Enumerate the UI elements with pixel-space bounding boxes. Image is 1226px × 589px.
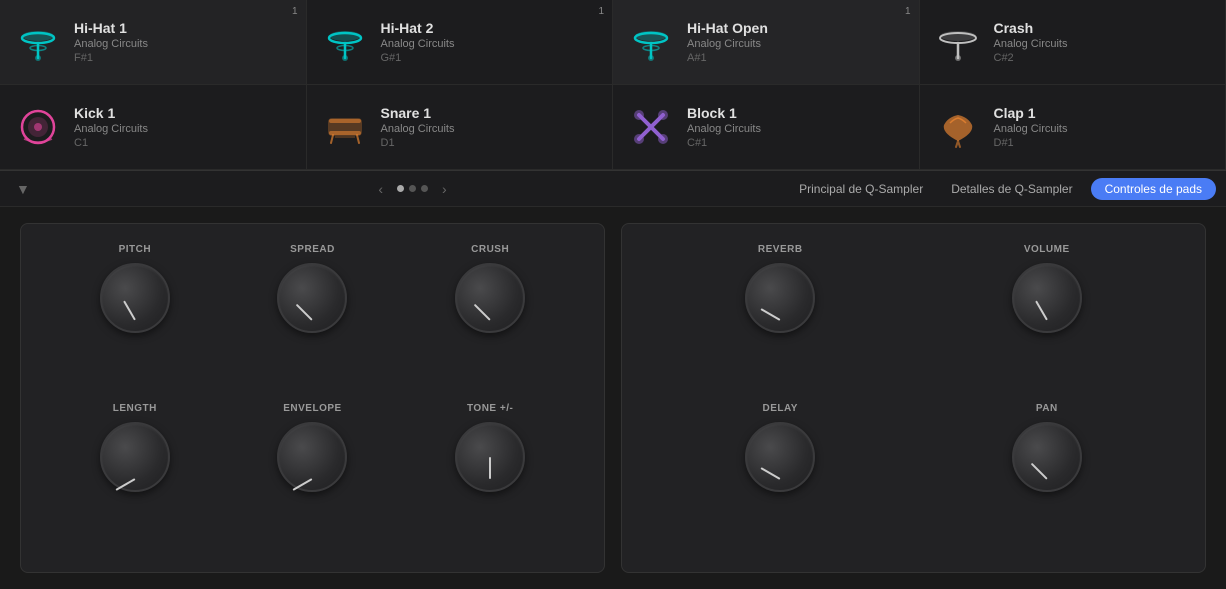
knob-label-delay: DELAY xyxy=(763,403,798,414)
pad-hihat2[interactable]: 1 Hi-Hat 2 Analog Circuits G#1 xyxy=(307,0,614,85)
knob-spread[interactable] xyxy=(277,263,347,333)
pad-icon-crash xyxy=(934,18,982,66)
knob-group-length: LENGTH xyxy=(51,403,219,552)
pad-name-crash: Crash xyxy=(994,20,1068,36)
knob-group-spread: SPREAD xyxy=(229,244,397,393)
pad-name-snare1: Snare 1 xyxy=(381,105,455,121)
right-controls-panel: REVERB VOLUME DELAY PAN xyxy=(621,223,1206,573)
knob-volume[interactable] xyxy=(1012,263,1082,333)
pad-badge-hihat1: 1 xyxy=(292,6,298,17)
pad-name-block1: Block 1 xyxy=(687,105,761,121)
knob-label-pitch: PITCH xyxy=(119,244,152,255)
knob-delay[interactable] xyxy=(745,422,815,492)
pad-icon-hihat1 xyxy=(14,18,62,66)
pad-icon-hihat2 xyxy=(321,18,369,66)
knob-label-pan: PAN xyxy=(1036,403,1058,414)
pad-note-block1: C#1 xyxy=(687,137,761,149)
knob-group-tone: TONE +/- xyxy=(406,403,574,552)
knob-label-envelope: ENVELOPE xyxy=(283,403,341,414)
tab-detalles[interactable]: Detalles de Q-Sampler xyxy=(941,178,1082,200)
knob-group-envelope: ENVELOPE xyxy=(229,403,397,552)
pad-icon-kick1 xyxy=(14,103,62,151)
knob-group-pitch: PITCH xyxy=(51,244,219,393)
pad-sub-kick1: Analog Circuits xyxy=(74,123,148,135)
knob-group-volume: VOLUME xyxy=(919,244,1176,393)
knob-label-length: LENGTH xyxy=(113,403,157,414)
pad-hihatopen[interactable]: 1 Hi-Hat Open Analog Circuits A#1 xyxy=(613,0,920,85)
pad-note-hihat2: G#1 xyxy=(381,52,455,64)
pad-note-snare1: D1 xyxy=(381,137,455,149)
pad-note-crash: C#2 xyxy=(994,52,1068,64)
pad-sub-snare1: Analog Circuits xyxy=(381,123,455,135)
knob-group-reverb: REVERB xyxy=(652,244,909,393)
knob-label-volume: VOLUME xyxy=(1024,244,1070,255)
pad-sub-hihat2: Analog Circuits xyxy=(381,38,455,50)
knob-reverb[interactable] xyxy=(745,263,815,333)
pad-block1[interactable]: Block 1 Analog Circuits C#1 xyxy=(613,85,920,170)
pad-name-hihat1: Hi-Hat 1 xyxy=(74,20,148,36)
pad-sub-hihat1: Analog Circuits xyxy=(74,38,148,50)
pad-name-kick1: Kick 1 xyxy=(74,105,148,121)
knob-group-delay: DELAY xyxy=(652,403,909,552)
pad-icon-hihatopen xyxy=(627,18,675,66)
pad-name-hihat2: Hi-Hat 2 xyxy=(381,20,455,36)
knob-group-pan: PAN xyxy=(919,403,1176,552)
nav-dot-3[interactable] xyxy=(421,185,428,192)
pad-sub-crash: Analog Circuits xyxy=(994,38,1068,50)
pad-snare1[interactable]: Snare 1 Analog Circuits D1 xyxy=(307,85,614,170)
pad-name-clap1: Clap 1 xyxy=(994,105,1068,121)
knob-label-reverb: REVERB xyxy=(758,244,803,255)
pad-badge-hihat2: 1 xyxy=(598,6,604,17)
controls-area: PITCH SPREAD CRUSH LENGTH ENVELOPE TONE … xyxy=(0,207,1226,589)
pad-sub-block1: Analog Circuits xyxy=(687,123,761,135)
nav-dot-2[interactable] xyxy=(409,185,416,192)
knob-length[interactable] xyxy=(100,422,170,492)
pad-icon-block1 xyxy=(627,103,675,151)
pad-icon-clap1 xyxy=(934,103,982,151)
pad-crash[interactable]: Crash Analog Circuits C#2 xyxy=(920,0,1226,85)
knob-label-spread: SPREAD xyxy=(290,244,335,255)
knob-label-crush: CRUSH xyxy=(471,244,509,255)
knob-crush[interactable] xyxy=(455,263,525,333)
knob-pitch[interactable] xyxy=(100,263,170,333)
knob-pan[interactable] xyxy=(1012,422,1082,492)
nav-prev-button[interactable]: ‹ xyxy=(372,177,389,201)
pad-icon-snare1 xyxy=(321,103,369,151)
nav-next-button[interactable]: › xyxy=(436,177,453,201)
nav-dots xyxy=(397,185,428,192)
pad-sub-hihatopen: Analog Circuits xyxy=(687,38,768,50)
knob-group-crush: CRUSH xyxy=(406,244,574,393)
nav-dot-1[interactable] xyxy=(397,185,404,192)
knob-envelope[interactable] xyxy=(277,422,347,492)
pad-hihat1[interactable]: 1 Hi-Hat 1 Analog Circuits F#1 xyxy=(0,0,307,85)
knob-tone[interactable] xyxy=(455,422,525,492)
tab-principal[interactable]: Principal de Q-Sampler xyxy=(789,178,933,200)
pad-grid: 1 Hi-Hat 1 Analog Circuits F#1 1 Hi-Hat … xyxy=(0,0,1226,171)
pad-name-hihatopen: Hi-Hat Open xyxy=(687,20,768,36)
tab-controles[interactable]: Controles de pads xyxy=(1091,178,1216,200)
pad-badge-hihatopen: 1 xyxy=(905,6,911,17)
pad-note-hihatopen: A#1 xyxy=(687,52,768,64)
pad-note-kick1: C1 xyxy=(74,137,148,149)
pad-sub-clap1: Analog Circuits xyxy=(994,123,1068,135)
left-controls-panel: PITCH SPREAD CRUSH LENGTH ENVELOPE TONE … xyxy=(20,223,605,573)
nav-down-icon[interactable]: ▼ xyxy=(10,177,36,201)
pad-clap1[interactable]: Clap 1 Analog Circuits D#1 xyxy=(920,85,1226,170)
pad-note-clap1: D#1 xyxy=(994,137,1068,149)
pad-kick1[interactable]: Kick 1 Analog Circuits C1 xyxy=(0,85,307,170)
nav-bar: ▼ ‹ › Principal de Q-Sampler Detalles de… xyxy=(0,171,1226,207)
knob-label-tone: TONE +/- xyxy=(467,403,513,414)
pad-note-hihat1: F#1 xyxy=(74,52,148,64)
